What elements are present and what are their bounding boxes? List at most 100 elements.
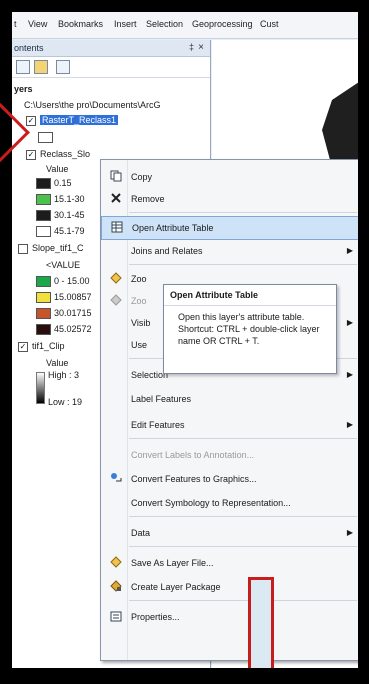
workspace-path: C:\Users\the pro\Documents\ArcG bbox=[24, 100, 161, 110]
menu-item-label: Label Features bbox=[131, 394, 192, 404]
menu-fragment[interactable]: t bbox=[14, 19, 17, 29]
table-icon bbox=[111, 221, 123, 233]
menu-insert[interactable]: Insert bbox=[114, 19, 137, 29]
menu-item-label: Joins and Relates bbox=[131, 246, 203, 256]
menu-item-joins-and-relates[interactable]: Joins and Relates ▶ bbox=[101, 240, 358, 262]
submenu-arrow-icon: ▶ bbox=[346, 420, 353, 429]
menu-item-label: Convert Features to Graphics... bbox=[131, 474, 257, 484]
legend-label: 15.00857 bbox=[54, 292, 92, 302]
menu-item-remove[interactable]: Remove bbox=[101, 188, 358, 210]
legend-low: Low : 19 bbox=[48, 397, 83, 407]
arcmap-window: t View Bookmarks Insert Selection Geopro… bbox=[12, 12, 358, 668]
properties-icon bbox=[110, 611, 122, 622]
submenu-arrow-icon: ▶ bbox=[346, 370, 353, 379]
legend-swatch[interactable] bbox=[36, 292, 51, 303]
menu-item-label: Edit Features bbox=[131, 420, 185, 430]
legend-label: 15.1-30 bbox=[54, 194, 85, 204]
legend-high: High : 3 bbox=[48, 370, 80, 380]
menu-item-convert-features[interactable]: Convert Features to Graphics... bbox=[101, 468, 358, 490]
menu-separator bbox=[129, 212, 357, 213]
toc-title-bar: ontents ‡ × bbox=[12, 40, 210, 57]
menu-item-label: Use bbox=[131, 340, 148, 350]
submenu-arrow-icon: ▶ bbox=[346, 246, 353, 255]
menu-item-label: Remove bbox=[131, 194, 165, 204]
menu-item-create-layer-package[interactable]: Create Layer Package bbox=[101, 576, 358, 598]
menu-separator bbox=[129, 438, 357, 439]
tooltip-title: Open Attribute Table bbox=[170, 290, 259, 300]
menu-item-label: Data bbox=[131, 528, 151, 538]
grayscale-ramp[interactable] bbox=[36, 372, 45, 404]
menu-item-label: Convert Symbology to Representation... bbox=[131, 498, 291, 508]
legend-swatch[interactable] bbox=[36, 210, 51, 221]
legend-swatch[interactable] bbox=[36, 194, 51, 205]
menu-geoprocessing[interactable]: Geoprocessing bbox=[192, 19, 253, 29]
menu-item-edit-features[interactable]: Edit Features ▶ bbox=[101, 414, 358, 436]
options-icon[interactable] bbox=[56, 60, 70, 74]
convert-icon bbox=[111, 473, 122, 482]
menu-item-open-attribute-table[interactable]: Open Attribute Table bbox=[101, 216, 358, 240]
legend-label: 0 - 15.00 bbox=[54, 276, 90, 286]
legend-label: 30.1-45 bbox=[54, 210, 85, 220]
menu-selection[interactable]: Selection bbox=[146, 19, 183, 29]
menu-item-label: Save As Layer File... bbox=[131, 558, 214, 568]
menu-bar: t View Bookmarks Insert Selection Geopro… bbox=[12, 12, 358, 39]
package-icon bbox=[110, 580, 122, 592]
menu-item-label-features[interactable]: Label Features bbox=[101, 388, 358, 410]
menu-item-label: Convert Labels to Annotation... bbox=[131, 450, 255, 460]
tooltip-open-attribute-table: Open Attribute Table Open this layer's a… bbox=[163, 284, 337, 374]
pin-icon[interactable]: ‡ bbox=[189, 42, 194, 52]
menu-bookmarks[interactable]: Bookmarks bbox=[58, 19, 103, 29]
layers-group[interactable]: yers bbox=[14, 84, 33, 94]
close-icon[interactable]: × bbox=[198, 42, 204, 53]
menu-separator bbox=[129, 546, 357, 547]
legend-header: Value bbox=[46, 358, 69, 368]
tooltip-header: Open Attribute Table bbox=[164, 285, 336, 306]
zoom-icon bbox=[110, 294, 122, 306]
menu-separator bbox=[129, 264, 357, 265]
legend-swatch[interactable] bbox=[36, 276, 51, 287]
layer-reclass-slope[interactable]: Reclass_Slo bbox=[40, 149, 90, 159]
menu-item-save-as-layer-file[interactable]: Save As Layer File... bbox=[101, 552, 358, 574]
legend-header: Value bbox=[46, 164, 69, 174]
menu-item-label: Visib bbox=[131, 318, 151, 328]
toc-title: ontents bbox=[14, 43, 44, 53]
menu-item-label: Properties... bbox=[131, 612, 180, 622]
list-by-drawing-order-icon[interactable] bbox=[16, 60, 30, 74]
menu-item-label: Open Attribute Table bbox=[132, 223, 214, 233]
menu-item-label: Zoo bbox=[131, 296, 147, 306]
layer-checkbox[interactable]: ✓ bbox=[26, 150, 36, 160]
zoom-icon bbox=[110, 272, 122, 284]
submenu-arrow-icon: ▶ bbox=[346, 318, 353, 327]
menu-item-label: Copy bbox=[131, 172, 153, 182]
legend-swatch[interactable] bbox=[36, 324, 51, 335]
layer-checkbox[interactable] bbox=[18, 244, 28, 254]
layer-tif1-clip[interactable]: tif1_Clip bbox=[32, 341, 65, 351]
legend-swatch[interactable] bbox=[36, 178, 51, 189]
legend-label: 45.1-79 bbox=[54, 226, 85, 236]
menu-item-data[interactable]: Data ▶ bbox=[101, 522, 358, 544]
menu-separator bbox=[129, 600, 357, 601]
menu-item-label: Zoo bbox=[131, 274, 147, 284]
layer-checkbox[interactable]: ✓ bbox=[18, 342, 28, 352]
red-annotation-box bbox=[248, 577, 274, 668]
legend-swatch[interactable] bbox=[36, 226, 51, 237]
menu-item-copy[interactable]: Copy bbox=[101, 166, 358, 188]
legend-label: 0.15 bbox=[54, 178, 72, 188]
legend-label: 30.01715 bbox=[54, 308, 92, 318]
menu-customize[interactable]: Cust bbox=[260, 19, 279, 29]
menu-view[interactable]: View bbox=[28, 19, 47, 29]
layer-context-menu: Copy Remove Open Attribute Table Joins a… bbox=[100, 159, 358, 661]
layer-slope[interactable]: Slope_tif1_C bbox=[32, 243, 84, 253]
remove-icon bbox=[111, 193, 121, 203]
menu-item-convert-symbology[interactable]: Convert Symbology to Representation... bbox=[101, 492, 358, 514]
save-layer-icon bbox=[110, 556, 122, 568]
layer-rastert-reclass1[interactable]: RasterT_Reclass1 bbox=[40, 115, 119, 125]
menu-item-convert-labels[interactable]: Convert Labels to Annotation... bbox=[101, 444, 358, 466]
layer-checkbox[interactable]: ✓ bbox=[26, 116, 36, 126]
menu-separator bbox=[129, 516, 357, 517]
tooltip-body: Open this layer's attribute table. Short… bbox=[178, 312, 320, 346]
legend-swatch[interactable] bbox=[36, 308, 51, 319]
menu-item-properties[interactable]: Properties... bbox=[101, 606, 358, 628]
layer-symbol[interactable] bbox=[38, 132, 53, 143]
list-by-source-icon[interactable] bbox=[34, 60, 48, 74]
